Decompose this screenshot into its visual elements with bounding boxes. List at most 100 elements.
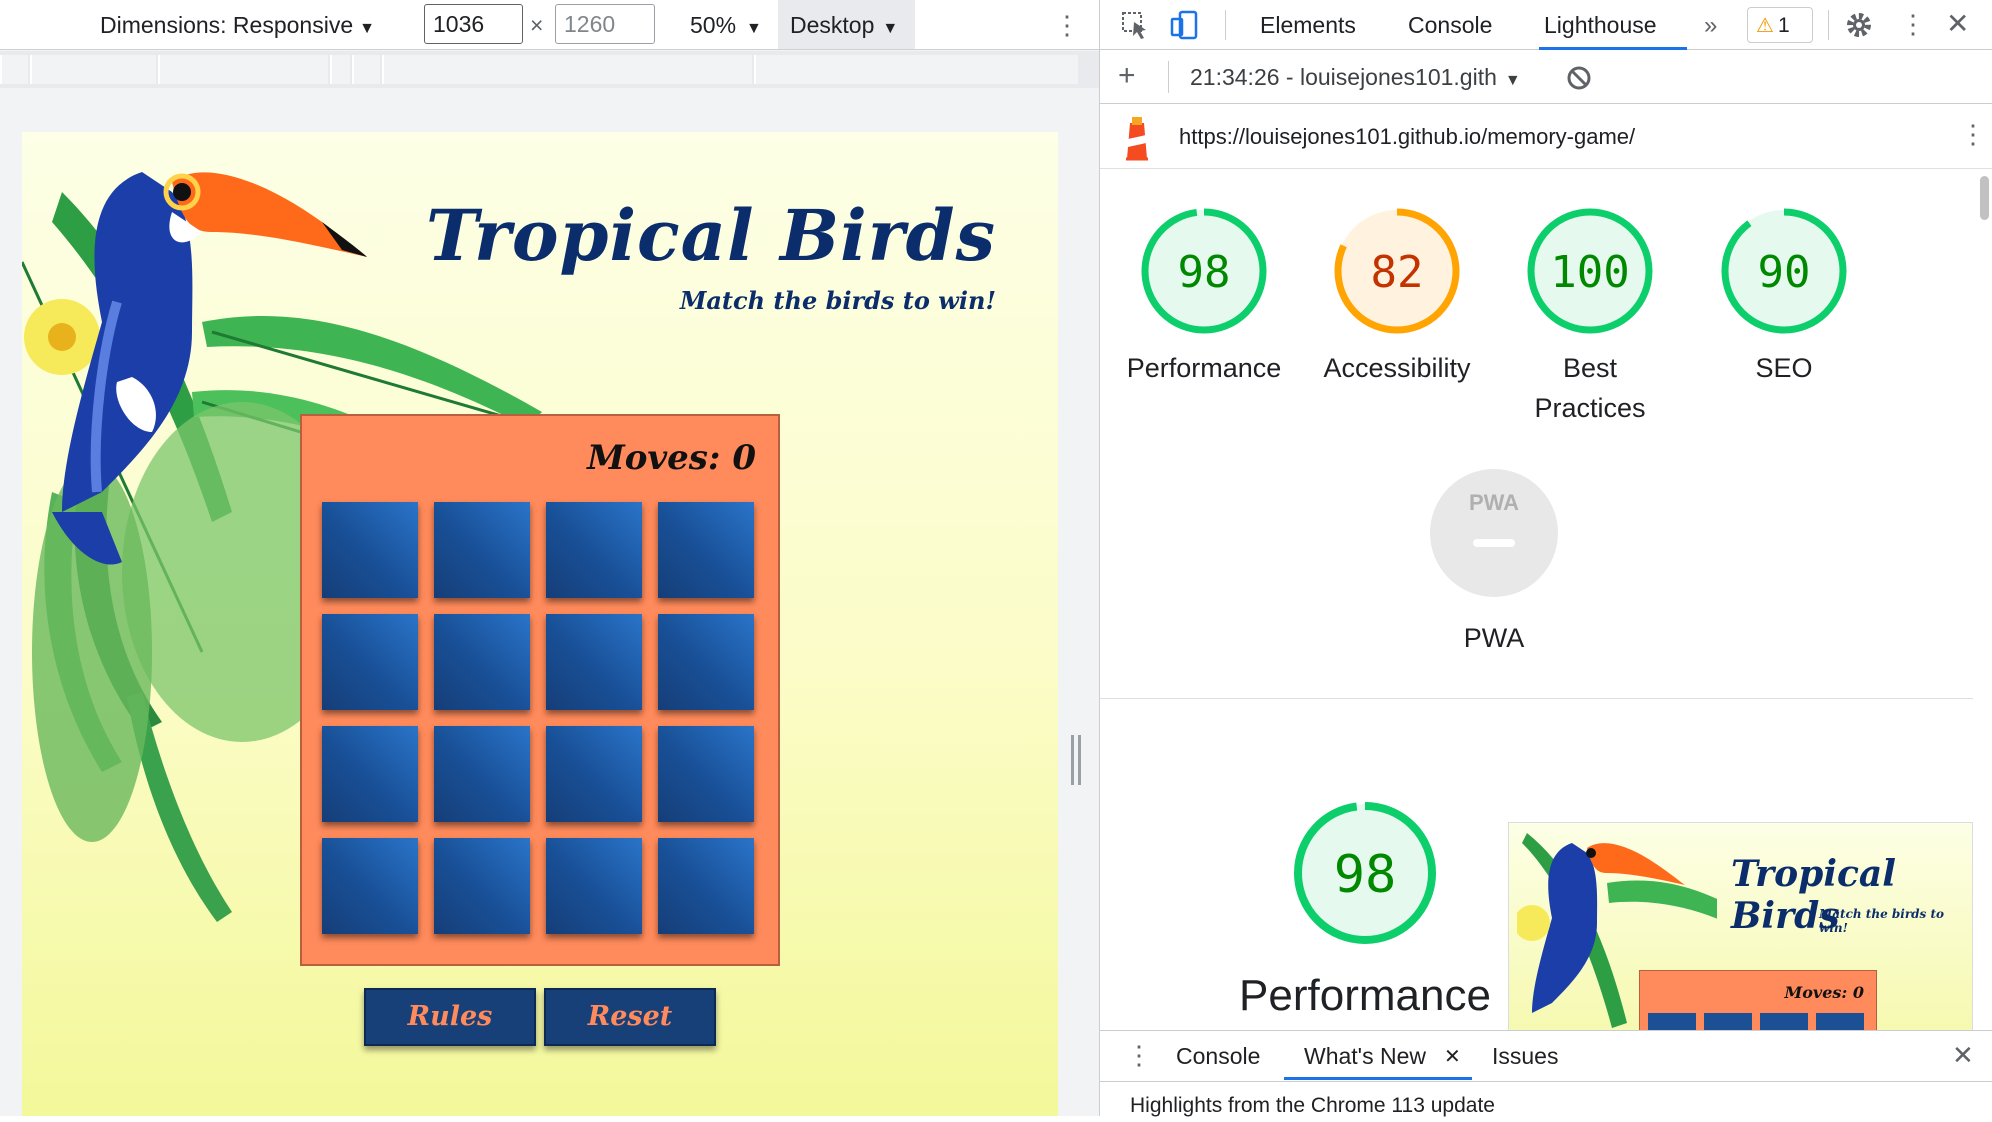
issues-badge[interactable]: ⚠ 1 bbox=[1747, 7, 1813, 43]
scrollbar-thumb[interactable] bbox=[1980, 176, 1989, 220]
drawer-menu-icon[interactable]: ⋮ bbox=[1126, 1040, 1152, 1071]
memory-card[interactable] bbox=[434, 838, 530, 934]
inspect-element-icon[interactable] bbox=[1118, 8, 1152, 42]
active-drawer-tab-indicator bbox=[1284, 1077, 1472, 1080]
reset-button[interactable]: Reset bbox=[544, 988, 716, 1046]
tab-console[interactable]: Console bbox=[1408, 12, 1492, 39]
ruler-segment[interactable] bbox=[158, 55, 328, 84]
more-tabs-icon[interactable]: » bbox=[1704, 12, 1717, 40]
ruler-segment[interactable] bbox=[330, 55, 350, 84]
gauge-label: Accessibility bbox=[1323, 353, 1471, 383]
media-query-ruler bbox=[0, 51, 1099, 88]
memory-card[interactable] bbox=[546, 838, 642, 934]
height-input[interactable]: 1260 bbox=[555, 4, 655, 44]
moves-label: Moves: bbox=[587, 438, 721, 478]
memory-card[interactable] bbox=[546, 726, 642, 822]
close-devtools-icon[interactable]: ✕ bbox=[1946, 7, 1969, 40]
gauge-performance[interactable]: 98 Performance bbox=[1114, 206, 1294, 388]
rules-button[interactable]: Rules bbox=[364, 988, 536, 1046]
drawer-tab-console[interactable]: Console bbox=[1176, 1043, 1260, 1070]
thumbnail-subtitle: Match the birds to win! bbox=[1819, 907, 1945, 935]
ruler-segment[interactable] bbox=[754, 55, 1078, 84]
add-report-icon[interactable]: + bbox=[1118, 59, 1136, 93]
close-drawer-icon[interactable]: ✕ bbox=[1952, 1040, 1974, 1071]
gauge-ring: 90 bbox=[1721, 208, 1847, 334]
devtools-panel: Elements Console Lighthouse » ⚠ 1 ⋮ ✕ + 2… bbox=[1099, 0, 1992, 1117]
report-selector[interactable]: 21:34:26 - louisejones101.gith ▼ bbox=[1190, 64, 1521, 91]
clear-reports-icon[interactable] bbox=[1565, 64, 1593, 92]
memory-card[interactable] bbox=[434, 502, 530, 598]
customize-menu-icon[interactable]: ⋮ bbox=[1900, 9, 1926, 40]
times-separator: × bbox=[530, 12, 544, 38]
drawer-tab-whats-new[interactable]: What's New bbox=[1304, 1043, 1426, 1070]
drawer-tab-bar: ⋮ Console What's New ✕ Issues ✕ bbox=[1100, 1030, 1992, 1080]
lighthouse-logo-icon bbox=[1126, 117, 1148, 161]
tab-elements[interactable]: Elements bbox=[1260, 12, 1356, 39]
separator bbox=[1168, 61, 1169, 93]
memory-card[interactable] bbox=[658, 614, 754, 710]
gauge-value: 82 bbox=[1371, 247, 1424, 298]
memory-card[interactable] bbox=[322, 614, 418, 710]
gauge-label: Performance bbox=[1126, 353, 1282, 383]
card-grid bbox=[322, 502, 754, 934]
memory-card[interactable] bbox=[546, 614, 642, 710]
ruler-segment[interactable] bbox=[30, 55, 156, 84]
thumbnail-board: Moves: 0 bbox=[1639, 970, 1877, 1031]
memory-card[interactable] bbox=[434, 726, 530, 822]
gauge-ring: 98 bbox=[1141, 208, 1267, 334]
device-toggle-icon[interactable] bbox=[1168, 8, 1202, 42]
caret-down-icon: ▼ bbox=[1504, 72, 1521, 89]
memory-card[interactable] bbox=[322, 502, 418, 598]
tab-lighthouse[interactable]: Lighthouse bbox=[1544, 12, 1657, 39]
performance-heading: Performance bbox=[1239, 971, 1491, 1020]
screenshot-thumbnail[interactable]: Tropical Birds Match the birds to win! M… bbox=[1508, 822, 1973, 1032]
gauge-ring: 98 bbox=[1294, 802, 1436, 944]
close-tab-icon[interactable]: ✕ bbox=[1444, 1044, 1461, 1069]
device-emulation-pane: Dimensions: Responsive ▼ 1036 × 1260 50% ▼… bbox=[0, 0, 1099, 1116]
dimensions-dropdown[interactable]: Dimensions: Responsive ▼ bbox=[100, 12, 375, 39]
report-scrollbar[interactable] bbox=[1977, 170, 1991, 1030]
gauge-value: 90 bbox=[1758, 247, 1811, 298]
gauge-pwa[interactable]: PWA PWA bbox=[1404, 468, 1584, 658]
caret-down-icon: ▼ bbox=[882, 20, 899, 37]
more-options-icon[interactable]: ⋮ bbox=[1054, 10, 1080, 41]
lighthouse-toolbar: + 21:34:26 - louisejones101.gith ▼ bbox=[1100, 51, 1992, 104]
game-board: Moves: 0 bbox=[300, 414, 780, 966]
device-mode-label: Desktop bbox=[790, 12, 875, 38]
ruler-segment[interactable] bbox=[0, 55, 28, 84]
memory-card[interactable] bbox=[658, 838, 754, 934]
memory-card[interactable] bbox=[322, 726, 418, 822]
memory-card[interactable] bbox=[658, 726, 754, 822]
dimensions-label: Dimensions: Responsive bbox=[100, 12, 354, 38]
gauge-best-practices[interactable]: 100 Best Practices bbox=[1500, 206, 1680, 428]
ruler-segment[interactable] bbox=[382, 55, 752, 84]
gauge-seo[interactable]: 90 SEO bbox=[1694, 206, 1874, 388]
section-divider bbox=[1100, 698, 1973, 699]
report-url[interactable]: https://louisejones101.github.io/memory-… bbox=[1179, 124, 1635, 150]
memory-card[interactable] bbox=[546, 502, 642, 598]
settings-gear-icon[interactable] bbox=[1842, 8, 1876, 42]
gauge-value: 98 bbox=[1178, 247, 1231, 298]
memory-card[interactable] bbox=[322, 838, 418, 934]
drawer-tab-issues[interactable]: Issues bbox=[1492, 1043, 1558, 1070]
width-input[interactable]: 1036 bbox=[424, 4, 523, 44]
gauge-accessibility[interactable]: 82 Accessibility bbox=[1307, 206, 1487, 388]
report-menu-icon[interactable]: ⋮ bbox=[1960, 119, 1986, 150]
memory-card[interactable] bbox=[658, 502, 754, 598]
warning-count: 1 bbox=[1777, 14, 1790, 37]
zoom-dropdown[interactable]: 50% ▼ bbox=[690, 12, 762, 39]
report-url-bar: https://louisejones101.github.io/memory-… bbox=[1100, 105, 1992, 169]
page-subtitle: Match the birds to win! bbox=[679, 286, 996, 315]
pwa-badge-icon: PWA bbox=[1430, 469, 1558, 597]
device-mode-dropdown[interactable]: Desktop ▼ bbox=[778, 0, 915, 49]
ruler-segment[interactable] bbox=[352, 55, 380, 84]
memory-card[interactable] bbox=[434, 614, 530, 710]
gauge-value: 98 bbox=[1334, 845, 1397, 905]
resize-handle[interactable] bbox=[1071, 735, 1081, 785]
gauge-label: PWA bbox=[1463, 623, 1525, 653]
score-gauges: 98 Performance 82 Accessibility 100 Best… bbox=[1100, 170, 1973, 700]
whats-new-heading: Highlights from the Chrome 113 update bbox=[1130, 1094, 1495, 1117]
gauge-label: Best Practices bbox=[1534, 353, 1646, 423]
gauge-ring: 82 bbox=[1334, 208, 1460, 334]
active-tab-indicator bbox=[1539, 47, 1687, 50]
